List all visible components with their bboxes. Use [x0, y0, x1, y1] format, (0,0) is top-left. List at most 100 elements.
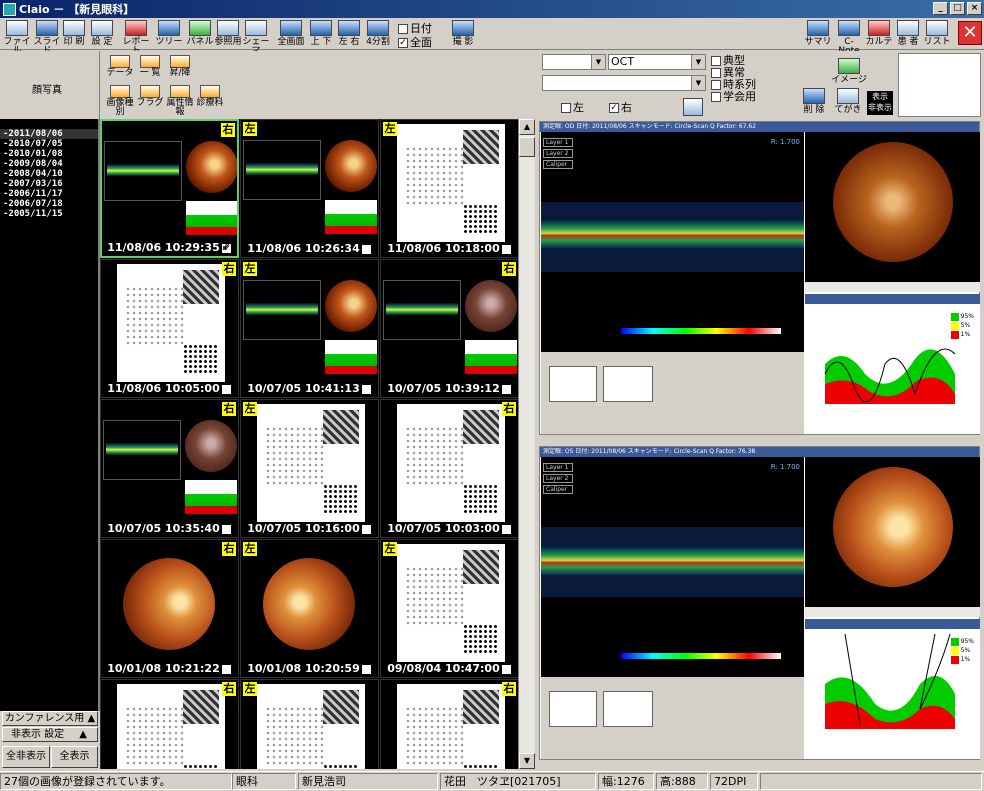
date-item[interactable]: -2010/07/05 — [0, 139, 98, 149]
oct-viewer-left-eye[interactable]: 測定眼: OS 日付: 2011/08/06 スキャンモード: Circle-S… — [539, 446, 980, 760]
date-item[interactable]: -2010/01/08 — [0, 149, 98, 159]
thumbnail[interactable]: 右 10/01/08 10:21:22 — [100, 539, 239, 678]
delete-button[interactable]: 削 除 — [799, 87, 829, 117]
layer2-toggle[interactable]: Layer 2 — [543, 474, 573, 483]
analysis-list[interactable] — [549, 366, 597, 402]
show-all-button[interactable]: 全表示 — [51, 746, 98, 768]
data-button[interactable]: データ — [104, 55, 136, 81]
memo-icon[interactable] — [683, 98, 703, 116]
thumbnail[interactable]: 右 — [100, 679, 239, 769]
date-item[interactable]: -2006/07/18 — [0, 199, 98, 209]
report-button[interactable]: レポート — [120, 19, 152, 56]
conference-checkbox[interactable]: 学会用 — [711, 88, 756, 104]
schema-button[interactable]: シェーマ — [242, 19, 270, 56]
image-type-button[interactable]: 画像種別 — [104, 85, 136, 117]
oct-viewer-right-eye[interactable]: 測定眼: OD 日付: 2011/08/06 スキャンモード: Circle-S… — [539, 121, 980, 435]
oct-bscan[interactable]: Layer 1 Layer 2 Caliper R: 1.700 — [541, 457, 804, 677]
thumbnail[interactable]: 右 11/08/06 10:05:00 — [100, 259, 239, 398]
layer-list[interactable] — [603, 691, 653, 727]
thumbnail-checkbox[interactable] — [500, 663, 512, 675]
thumbnail[interactable]: 左 11/08/06 10:18:00 — [380, 119, 518, 258]
combo-select-1[interactable]: ▼ — [542, 54, 606, 70]
date-item[interactable]: -2008/04/10 — [0, 169, 98, 179]
list-button[interactable]: リスト — [922, 19, 952, 49]
image-button[interactable]: イメージ — [831, 57, 867, 87]
thumbnail[interactable]: 右 11/08/06 10:29:35 ✓ — [100, 119, 239, 258]
thumbnail-checkbox[interactable] — [360, 663, 372, 675]
notes-textarea[interactable] — [898, 53, 981, 117]
thumbnail-scrollbar[interactable]: ▲ ▼ — [518, 119, 535, 769]
thumbnail[interactable]: 左 09/08/04 10:47:00 — [380, 539, 518, 678]
thumbnail-checkbox[interactable] — [360, 383, 372, 395]
close-window-button[interactable]: × — [967, 2, 982, 15]
date-item[interactable]: -2005/11/15 — [0, 209, 98, 219]
split-four-button[interactable]: 4分割 — [364, 19, 392, 49]
chart-record-button[interactable]: カルテ — [864, 19, 894, 49]
right-eye-checkbox[interactable]: ✓ 右 — [609, 99, 632, 115]
panel-button[interactable]: パネル — [186, 19, 214, 49]
handwrite-button[interactable]: てがき — [833, 87, 863, 117]
scroll-thumb[interactable] — [519, 137, 535, 157]
scroll-down-icon[interactable]: ▼ — [519, 753, 535, 769]
date-item[interactable]: -2006/11/17 — [0, 189, 98, 199]
date-item[interactable]: -2007/03/16 — [0, 179, 98, 189]
split-vertical-button[interactable]: 上 下 — [308, 19, 334, 49]
layer-list[interactable] — [603, 366, 653, 402]
thumbnail[interactable]: 右 10/07/05 10:39:12 — [380, 259, 518, 398]
thumbnail-checkbox[interactable] — [220, 383, 232, 395]
thumbnail[interactable]: 左 11/08/06 10:26:34 — [240, 119, 379, 258]
thumbnail[interactable]: 右 — [380, 679, 518, 769]
sort-button[interactable]: 昇/降 — [164, 55, 196, 81]
thumbnail-checkbox[interactable]: ✓ — [220, 242, 232, 254]
date-item[interactable]: -2011/08/06 — [0, 129, 98, 139]
file-button[interactable]: ファイル — [2, 19, 32, 56]
slide-button[interactable]: スライド — [32, 19, 62, 56]
analysis-list[interactable] — [549, 691, 597, 727]
minimize-button[interactable]: _ — [933, 2, 948, 15]
layer1-toggle[interactable]: Layer 1 — [543, 138, 573, 147]
tree-button[interactable]: ツリー — [154, 19, 184, 49]
thumbnail[interactable]: 左 10/07/05 10:41:13 — [240, 259, 379, 398]
caliper-toggle[interactable]: Caliper — [543, 160, 573, 169]
scroll-up-icon[interactable]: ▲ — [519, 119, 535, 135]
layer1-toggle[interactable]: Layer 1 — [543, 463, 573, 472]
thumbnail[interactable]: 左 10/07/05 10:16:00 — [240, 399, 379, 538]
department-button[interactable]: 診療科 — [194, 85, 226, 111]
thumbnail-checkbox[interactable] — [500, 523, 512, 535]
flag-button[interactable]: フラグ — [134, 85, 166, 111]
conference-button[interactable]: カンファレンス用 ▲ — [2, 711, 98, 726]
attribute-button[interactable]: 属性情報 — [164, 85, 196, 117]
print-button[interactable]: 印 刷 — [62, 19, 86, 49]
thumbnail[interactable]: 左 — [240, 679, 379, 769]
hide-settings-button[interactable]: 非表示 設定 ▲ — [2, 727, 98, 742]
fullscreen-button[interactable]: 全画面 — [276, 19, 306, 49]
modality-select[interactable]: OCT ▼ — [608, 54, 706, 70]
date-item[interactable]: -2009/08/04 — [0, 159, 98, 169]
cnote-button[interactable]: C-Note — [834, 19, 864, 56]
reference-button[interactable]: 参照用 — [214, 19, 242, 49]
thumbnail-checkbox[interactable] — [500, 243, 512, 255]
display-toggle[interactable]: 表示 非表示 — [867, 91, 893, 115]
combo-select-3[interactable]: ▼ — [542, 75, 706, 91]
full-checkbox[interactable]: ✓ 全面 — [398, 34, 432, 50]
exit-button[interactable]: ✕ — [958, 21, 982, 45]
maximize-button[interactable]: □ — [950, 2, 965, 15]
thumbnail[interactable]: 右 10/07/05 10:03:00 — [380, 399, 518, 538]
summary-button[interactable]: サマリ — [804, 19, 832, 49]
oct-bscan[interactable]: Layer 1 Layer 2 Caliper R: 1.700 — [541, 132, 804, 352]
hide-all-button[interactable]: 全非表示 — [2, 746, 50, 768]
thumbnail-checkbox[interactable] — [220, 523, 232, 535]
thumbnail-checkbox[interactable] — [360, 243, 372, 255]
split-horizontal-button[interactable]: 左 右 — [336, 19, 362, 49]
thumbnail-checkbox[interactable] — [220, 663, 232, 675]
capture-button[interactable]: 撮 影 — [448, 19, 478, 49]
settings-button[interactable]: 設 定 — [88, 19, 116, 49]
patient-button[interactable]: 患 者 — [894, 19, 922, 49]
list-view-button[interactable]: 一 覧 — [134, 55, 166, 81]
thumbnail[interactable]: 左 10/01/08 10:20:59 — [240, 539, 379, 678]
thumbnail-checkbox[interactable] — [500, 383, 512, 395]
thumbnail[interactable]: 右 10/07/05 10:35:40 — [100, 399, 239, 538]
caliper-toggle[interactable]: Caliper — [543, 485, 573, 494]
layer2-toggle[interactable]: Layer 2 — [543, 149, 573, 158]
fundus-image[interactable] — [833, 467, 953, 587]
